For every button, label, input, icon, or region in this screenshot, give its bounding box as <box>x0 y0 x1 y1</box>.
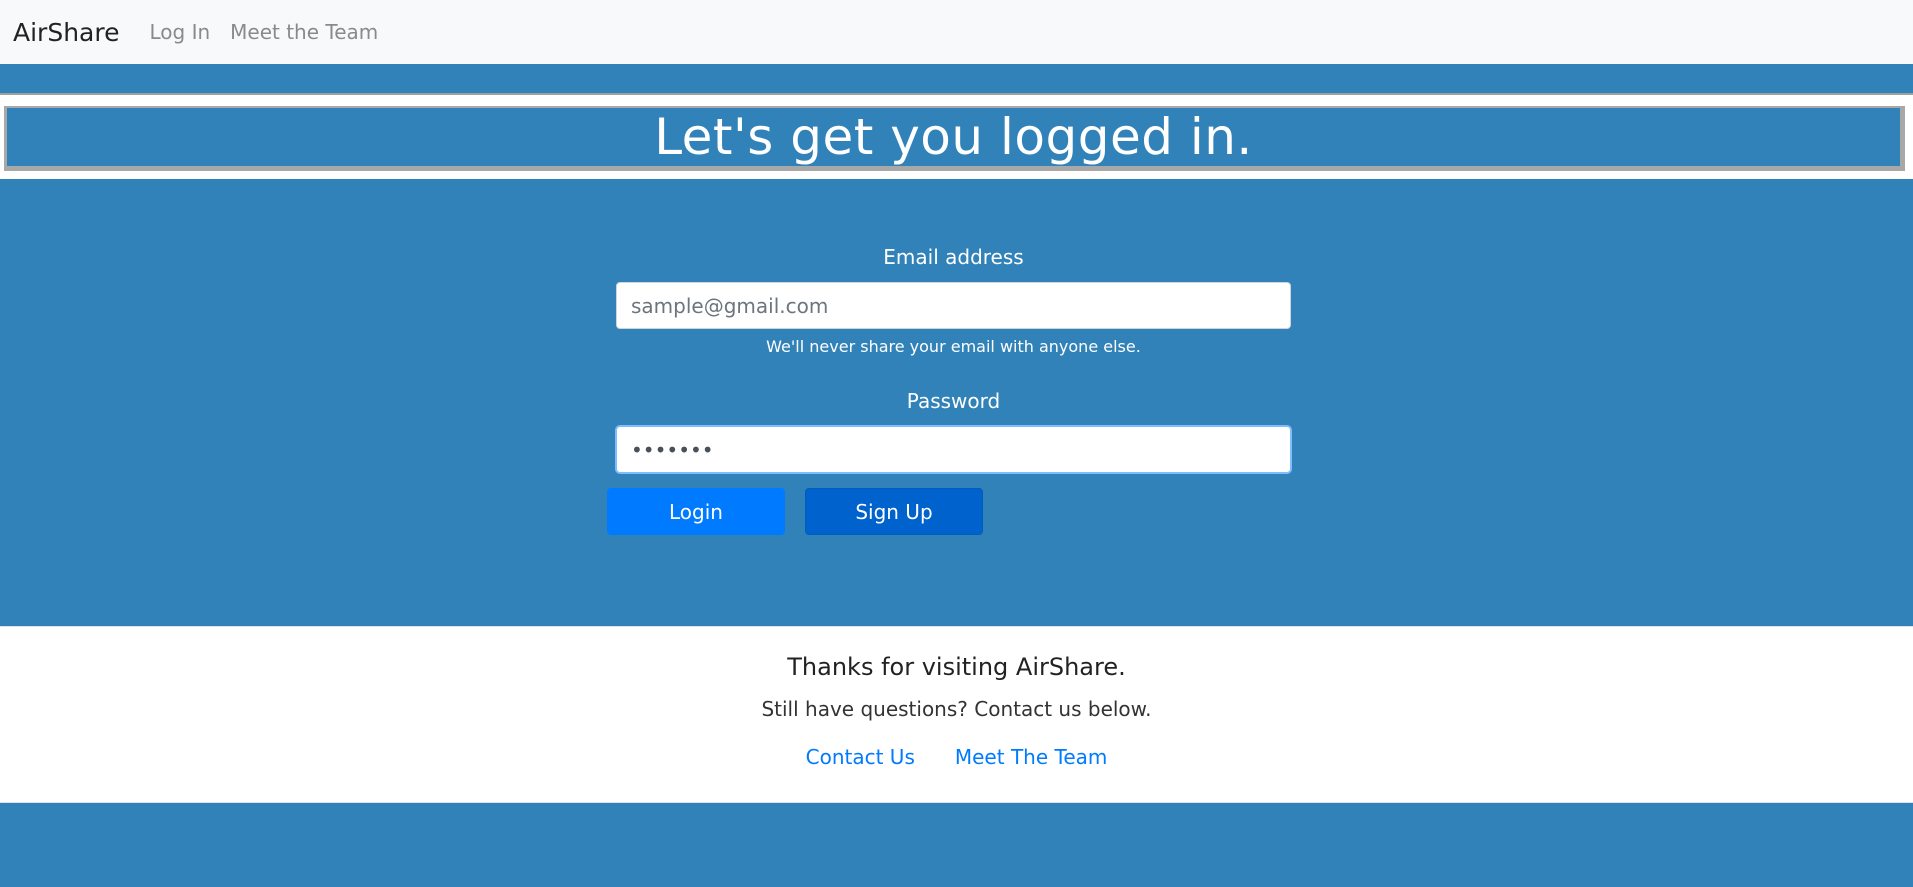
footer-links: Contact Us Meet The Team <box>0 745 1913 769</box>
password-field[interactable] <box>616 426 1291 473</box>
footer-link-contact-us[interactable]: Contact Us <box>806 745 915 769</box>
page-title: Let's get you logged in. <box>654 108 1253 166</box>
footer-link-meet-the-team[interactable]: Meet The Team <box>955 745 1107 769</box>
nav-link-meet-the-team[interactable]: Meet the Team <box>230 20 378 44</box>
footer: Thanks for visiting AirShare. Still have… <box>0 626 1913 803</box>
email-help-text: We'll never share your email with anyone… <box>766 337 1141 356</box>
password-label: Password <box>906 389 1001 413</box>
brand-link[interactable]: AirShare <box>13 18 119 47</box>
form-actions: Login Sign Up <box>607 488 983 535</box>
sign-up-button[interactable]: Sign Up <box>805 488 983 535</box>
email-field[interactable] <box>616 282 1291 329</box>
footer-subtitle: Still have questions? Contact us below. <box>761 697 1152 721</box>
email-label: Email address <box>883 245 1024 269</box>
hero-banner: Let's get you logged in. <box>0 93 1913 179</box>
footer-title: Thanks for visiting AirShare. <box>787 653 1126 681</box>
nav-link-log-in[interactable]: Log In <box>149 20 210 44</box>
login-form: Email address We'll never share your ema… <box>616 245 1291 473</box>
hero-box: Let's get you logged in. <box>4 106 1905 171</box>
login-button[interactable]: Login <box>607 488 785 535</box>
navbar: AirShare Log In Meet the Team <box>0 0 1913 64</box>
